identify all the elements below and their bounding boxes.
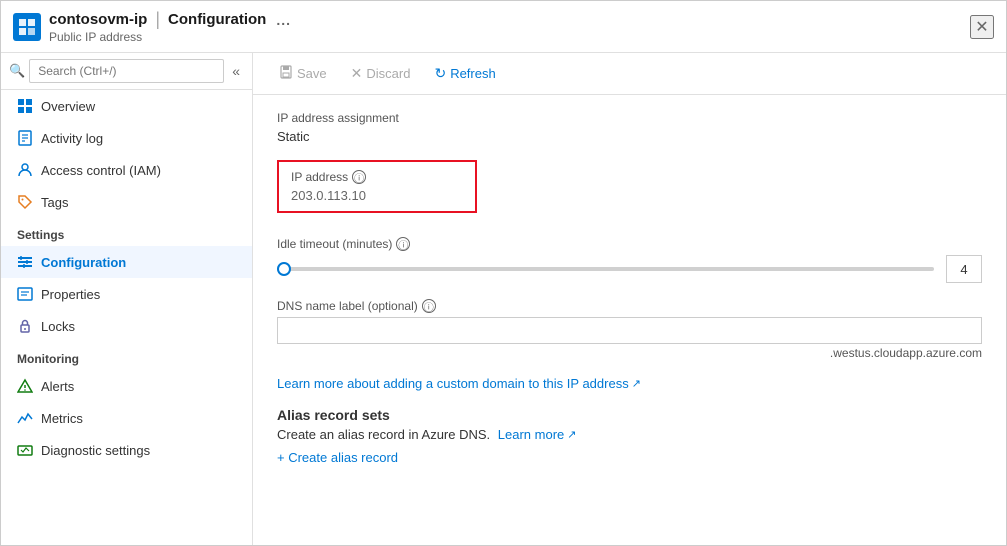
more-options-button[interactable]: ... bbox=[276, 12, 291, 28]
properties-icon bbox=[17, 286, 33, 302]
idle-timeout-value: 4 bbox=[946, 255, 982, 283]
discard-icon: ✕ bbox=[351, 65, 363, 82]
sidebar-item-overview[interactable]: Overview bbox=[1, 90, 252, 122]
alias-title: Alias record sets bbox=[277, 407, 982, 423]
sidebar-item-tags[interactable]: Tags bbox=[1, 186, 252, 218]
sidebar-item-locks[interactable]: Locks bbox=[1, 310, 252, 342]
dns-input[interactable] bbox=[277, 317, 982, 344]
diagnostic-settings-icon bbox=[17, 442, 33, 458]
idle-timeout-info-icon: ⓘ bbox=[396, 237, 410, 251]
alias-section: Alias record sets Create an alias record… bbox=[277, 407, 982, 465]
save-label: Save bbox=[297, 66, 327, 81]
sidebar-item-label: Properties bbox=[41, 287, 100, 302]
sidebar-item-label: Diagnostic settings bbox=[41, 443, 150, 458]
settings-header: Settings bbox=[1, 218, 252, 246]
ip-info-icon: ⓘ bbox=[352, 170, 366, 184]
refresh-label: Refresh bbox=[450, 66, 496, 81]
idle-timeout-label: Idle timeout (minutes) ⓘ bbox=[277, 237, 982, 251]
refresh-icon: ↻ bbox=[434, 65, 446, 82]
search-bar: 🔍 « bbox=[1, 53, 252, 90]
main-window: contosovm-ip | Configuration ... Public … bbox=[0, 0, 1007, 546]
page-section: Configuration bbox=[168, 11, 266, 28]
resource-name: contosovm-ip bbox=[49, 11, 147, 28]
discard-label: Discard bbox=[366, 66, 410, 81]
access-control-icon bbox=[17, 162, 33, 178]
create-alias-link[interactable]: + Create alias record bbox=[277, 450, 398, 465]
sidebar-item-label: Metrics bbox=[41, 411, 83, 426]
search-input[interactable] bbox=[29, 59, 224, 83]
locks-icon bbox=[17, 318, 33, 334]
dns-info-icon: ⓘ bbox=[422, 299, 436, 313]
sidebar-item-label: Configuration bbox=[41, 255, 126, 270]
slider-container: 4 bbox=[277, 255, 982, 283]
idle-timeout-slider[interactable] bbox=[277, 267, 934, 271]
content-area: Save ✕ Discard ↻ Refresh IP address assi… bbox=[253, 53, 1006, 545]
dns-label: DNS name label (optional) ⓘ bbox=[277, 299, 982, 313]
title-separator: | bbox=[155, 9, 160, 30]
external-link-icon: ↗ bbox=[632, 377, 641, 390]
sidebar-item-configuration[interactable]: Configuration bbox=[1, 246, 252, 278]
sidebar-item-label: Locks bbox=[41, 319, 75, 334]
sidebar: 🔍 « Overview Activity log bbox=[1, 53, 253, 545]
metrics-icon bbox=[17, 410, 33, 426]
close-button[interactable]: ✕ bbox=[970, 15, 994, 39]
save-button[interactable]: Save bbox=[269, 61, 337, 86]
dns-suffix: .westus.cloudapp.azure.com bbox=[277, 346, 982, 360]
title-bar: contosovm-ip | Configuration ... Public … bbox=[1, 1, 1006, 53]
tags-icon bbox=[17, 194, 33, 210]
content-body: IP address assignment Static IP address … bbox=[253, 95, 1006, 545]
alerts-icon bbox=[17, 378, 33, 394]
save-icon bbox=[279, 65, 293, 82]
dns-section: DNS name label (optional) ⓘ .westus.clou… bbox=[277, 299, 982, 360]
idle-timeout-section: Idle timeout (minutes) ⓘ 4 bbox=[277, 237, 982, 283]
monitoring-header: Monitoring bbox=[1, 342, 252, 370]
activity-log-icon bbox=[17, 130, 33, 146]
ip-address-box: IP address ⓘ 203.0.113.10 bbox=[277, 160, 477, 213]
ip-address-label: IP address ⓘ bbox=[291, 170, 463, 184]
learn-more-external-icon: ↗ bbox=[567, 428, 576, 441]
sidebar-item-label: Alerts bbox=[41, 379, 74, 394]
alias-learn-more-link[interactable]: Learn more ↗ bbox=[498, 427, 577, 442]
app-icon bbox=[13, 13, 41, 41]
sidebar-item-properties[interactable]: Properties bbox=[1, 278, 252, 310]
sidebar-item-activity-log[interactable]: Activity log bbox=[1, 122, 252, 154]
custom-domain-link[interactable]: Learn more about adding a custom domain … bbox=[277, 376, 641, 391]
main-layout: 🔍 « Overview Activity log bbox=[1, 53, 1006, 545]
refresh-button[interactable]: ↻ Refresh bbox=[424, 61, 505, 86]
resource-subtitle: Public IP address bbox=[49, 30, 291, 44]
sidebar-item-diagnostic-settings[interactable]: Diagnostic settings bbox=[1, 434, 252, 466]
ip-assignment-label: IP address assignment bbox=[277, 111, 982, 125]
sidebar-item-metrics[interactable]: Metrics bbox=[1, 402, 252, 434]
alias-desc: Create an alias record in Azure DNS. Lea… bbox=[277, 427, 982, 442]
title-group: contosovm-ip | Configuration ... Public … bbox=[49, 9, 291, 44]
ip-address-value: 203.0.113.10 bbox=[291, 188, 463, 203]
sidebar-item-access-control[interactable]: Access control (IAM) bbox=[1, 154, 252, 186]
search-icon: 🔍 bbox=[9, 63, 25, 79]
sidebar-item-label: Access control (IAM) bbox=[41, 163, 161, 178]
sidebar-item-label: Tags bbox=[41, 195, 68, 210]
discard-button[interactable]: ✕ Discard bbox=[341, 61, 421, 86]
ip-assignment-value: Static bbox=[277, 129, 982, 144]
sidebar-item-label: Activity log bbox=[41, 131, 103, 146]
collapse-button[interactable]: « bbox=[228, 61, 244, 81]
sidebar-item-label: Overview bbox=[41, 99, 95, 114]
sidebar-item-alerts[interactable]: Alerts bbox=[1, 370, 252, 402]
custom-domain-section: Learn more about adding a custom domain … bbox=[277, 376, 982, 391]
overview-icon bbox=[17, 98, 33, 114]
ip-assignment-section: IP address assignment Static bbox=[277, 111, 982, 144]
configuration-icon bbox=[17, 254, 33, 270]
toolbar: Save ✕ Discard ↻ Refresh bbox=[253, 53, 1006, 95]
